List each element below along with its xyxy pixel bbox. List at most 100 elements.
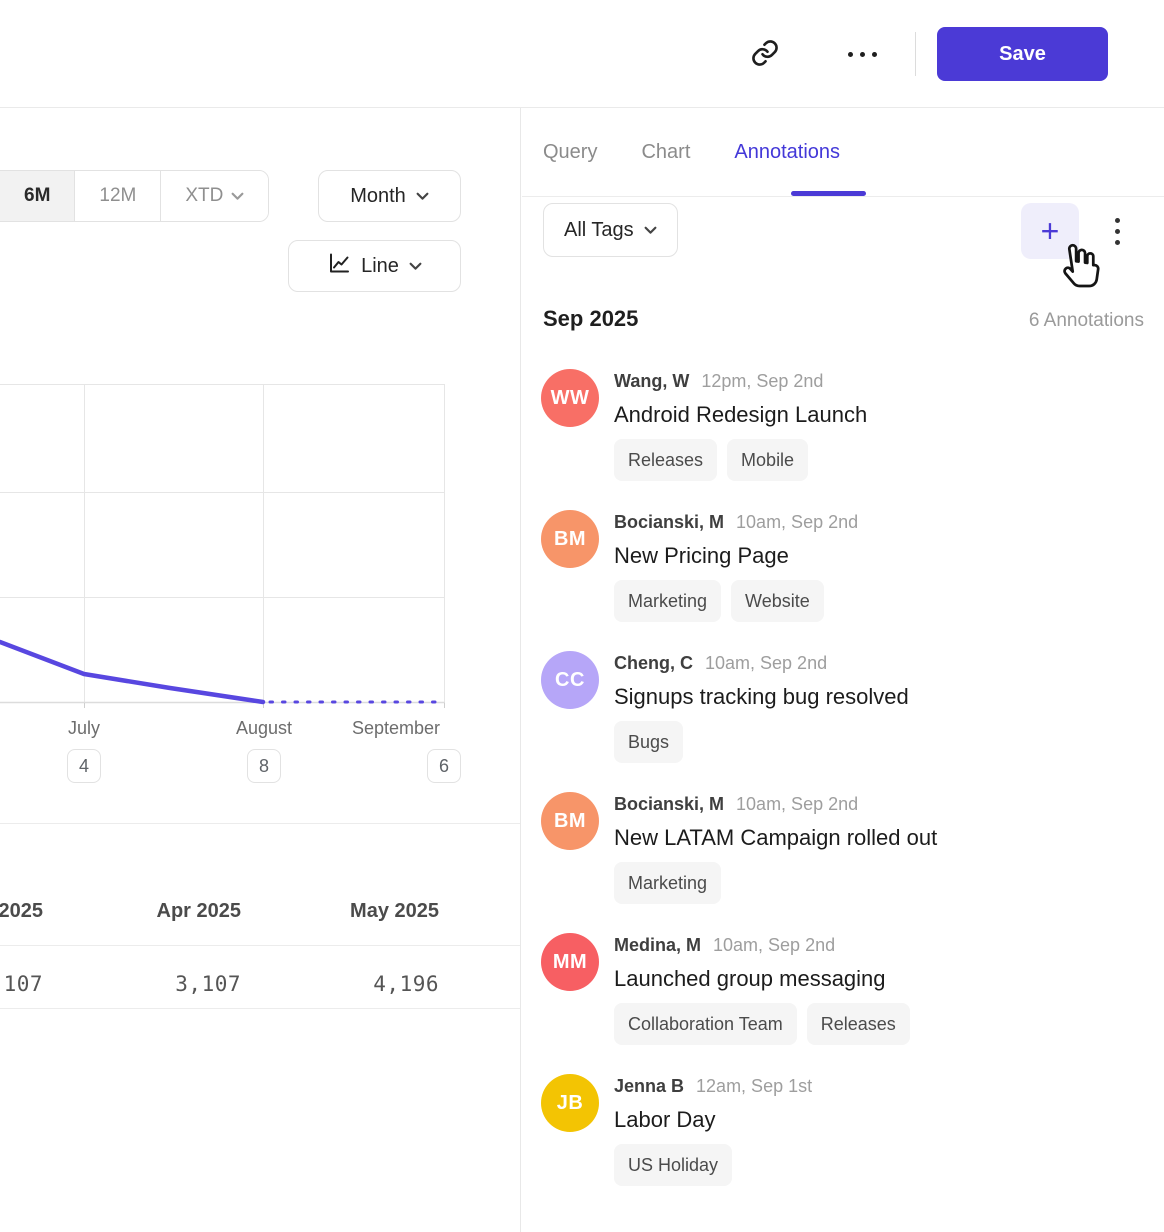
annotation-timestamp: 12pm, Sep 2nd [701,371,823,392]
x-axis-label: July [68,718,100,739]
granularity-label: Month [350,185,406,208]
tab-query[interactable]: Query [543,141,597,164]
chevron-down-icon [416,192,429,201]
annotation-tags: Bugs [614,721,1146,763]
annotation-tag-chip[interactable]: Mobile [727,439,808,481]
annotation-timestamp: 12am, Sep 1st [696,1076,812,1097]
annotation-tags: MarketingWebsite [614,580,1146,622]
line-chart-icon [327,251,351,281]
annotation-timestamp: 10am, Sep 2nd [713,935,835,956]
annotation-tag-chip[interactable]: Bugs [614,721,683,763]
annotation-body: Medina, M10am, Sep 2ndLaunched group mes… [614,933,1146,1045]
annotation-tag-chip[interactable]: Releases [614,439,717,481]
annotation-author: Wang, W [614,371,689,392]
range-tab-label: 12M [99,185,136,207]
annotation-item[interactable]: CC Cheng, C10am, Sep 2ndSignups tracking … [541,651,1146,763]
annotation-tags: ReleasesMobile [614,439,1146,481]
add-annotation-button[interactable]: + [1021,203,1079,259]
tags-filter-label: All Tags [564,219,634,242]
chevron-down-icon [644,226,657,235]
range-tab-label: XTD [185,185,223,207]
annotation-tags: Marketing [614,862,1146,904]
annotation-title: Android Redesign Launch [614,399,944,430]
avatar: CC [541,651,599,709]
avatar: MM [541,933,599,991]
annotation-item[interactable]: JB Jenna B 12am, Sep 1st Labor Day US Holida… [541,1074,1146,1186]
chevron-down-icon [409,262,422,271]
more-options-button[interactable] [838,30,886,78]
annotation-timestamp: 10am, Sep 2nd [736,512,858,533]
annotation-author: Medina, M [614,935,701,956]
annotation-author: Bocianski, M [614,794,724,815]
annotation-timestamp: 10am, Sep 2nd [736,794,858,815]
link-icon [750,38,780,71]
chart-type-dropdown[interactable]: Line [288,240,461,292]
topbar-divider [915,32,916,76]
app-screen: Save 6M12MXTD Month Line JulyAugustSepte… [0,0,1164,1232]
annotation-author: Jenna B [614,1076,684,1097]
table-cell-value: 107 [4,972,43,996]
table-column-header: May 2025 [350,900,439,923]
annotations-toolbar: All Tags + [543,203,1144,265]
annotation-timestamp: 10am, Sep 2nd [705,653,827,674]
annotation-tag-chip[interactable]: Website [731,580,824,622]
table-header-divider [0,945,521,946]
annotation-tags: US Holiday [614,1144,1146,1186]
annotation-body: Bocianski, M 10am, Sep 2nd New Pricing Pag… [614,510,1146,622]
annotation-title: New LATAM Campaign rolled out [614,822,944,853]
annotation-count-badge[interactable]: 8 [247,749,281,783]
panel-tabs: Query Chart Annotations [543,108,840,196]
save-button[interactable]: Save [937,27,1108,81]
avatar: BM [541,792,599,850]
annotation-list: WW Wang, W 12pm, Sep 2nd Android Redesign L… [541,369,1146,1215]
annotation-title: Labor Day [614,1104,944,1135]
avatar: WW [541,369,599,427]
topbar: Save [0,0,1164,108]
annotation-tag-chip[interactable]: Releases [807,1003,910,1045]
annotation-author: Bocianski, M [614,512,724,533]
annotation-tag-chip[interactable]: Collaboration Team [614,1003,797,1045]
annotation-tag-chip[interactable]: US Holiday [614,1144,732,1186]
granularity-dropdown[interactable]: Month [318,170,461,222]
range-tab-xtd[interactable]: XTD [161,171,268,221]
annotation-item[interactable]: WW Wang, W 12pm, Sep 2nd Android Redesign L… [541,369,1146,481]
annotation-tag-chip[interactable]: Marketing [614,580,721,622]
annotation-title: New Pricing Page [614,540,944,571]
annotation-tags: Collaboration TeamReleases [614,1003,1146,1045]
range-tab-6m[interactable]: 6M [0,171,75,221]
avatar: BM [541,510,599,568]
annotations-panel: Query Chart Annotations All Tags + Sep 202… [522,108,1164,1232]
range-tab-label: 6M [24,185,50,207]
annotation-body: Cheng, C10am, Sep 2ndSignups tracking bu… [614,651,1146,763]
tags-filter-dropdown[interactable]: All Tags [543,203,678,257]
annotation-item[interactable]: MMMedina, M10am, Sep 2ndLaunched group m… [541,933,1146,1045]
annotation-body: Wang, W 12pm, Sep 2nd Android Redesign Lau… [614,369,1146,481]
table-column-header: 2025 [0,900,43,923]
table-top-divider [0,823,521,824]
avatar: JB [541,1074,599,1132]
x-axis-label: August [236,718,292,739]
chart-panel: 6M12MXTD Month Line JulyAugustSeptember … [0,108,521,1232]
tabs-divider [522,196,1164,197]
group-month-label: Sep 2025 [543,306,638,332]
chart-type-label: Line [361,255,399,278]
tab-chart[interactable]: Chart [641,141,690,164]
annotation-group-header: Sep 2025 6 Annotations [543,306,1144,332]
annotation-count: 6 Annotations [1029,310,1144,332]
tab-annotations[interactable]: Annotations [734,141,840,164]
table-column-header: Apr 2025 [157,900,242,923]
table-cell-value: 4,196 [373,972,439,996]
annotation-body: Bocianski, M 10am, Sep 2nd New LATAM Campa… [614,792,1146,904]
annotation-count-badge[interactable]: 6 [427,749,461,783]
annotation-count-badge[interactable]: 4 [67,749,101,783]
copy-link-button[interactable] [741,30,789,78]
range-tab-12m[interactable]: 12M [75,171,161,221]
annotations-menu-button[interactable] [1099,207,1135,255]
line-chart [0,384,446,710]
annotation-item[interactable]: BM Bocianski, M 10am, Sep 2nd New LATAM Cam… [541,792,1146,904]
annotation-tag-chip[interactable]: Marketing [614,862,721,904]
annotation-title: Signups tracking bug resolved [614,681,944,712]
table-bottom-divider [0,1008,521,1009]
table-cell-value: 3,107 [175,972,241,996]
annotation-item[interactable]: BM Bocianski, M 10am, Sep 2nd New Pricing P… [541,510,1146,622]
